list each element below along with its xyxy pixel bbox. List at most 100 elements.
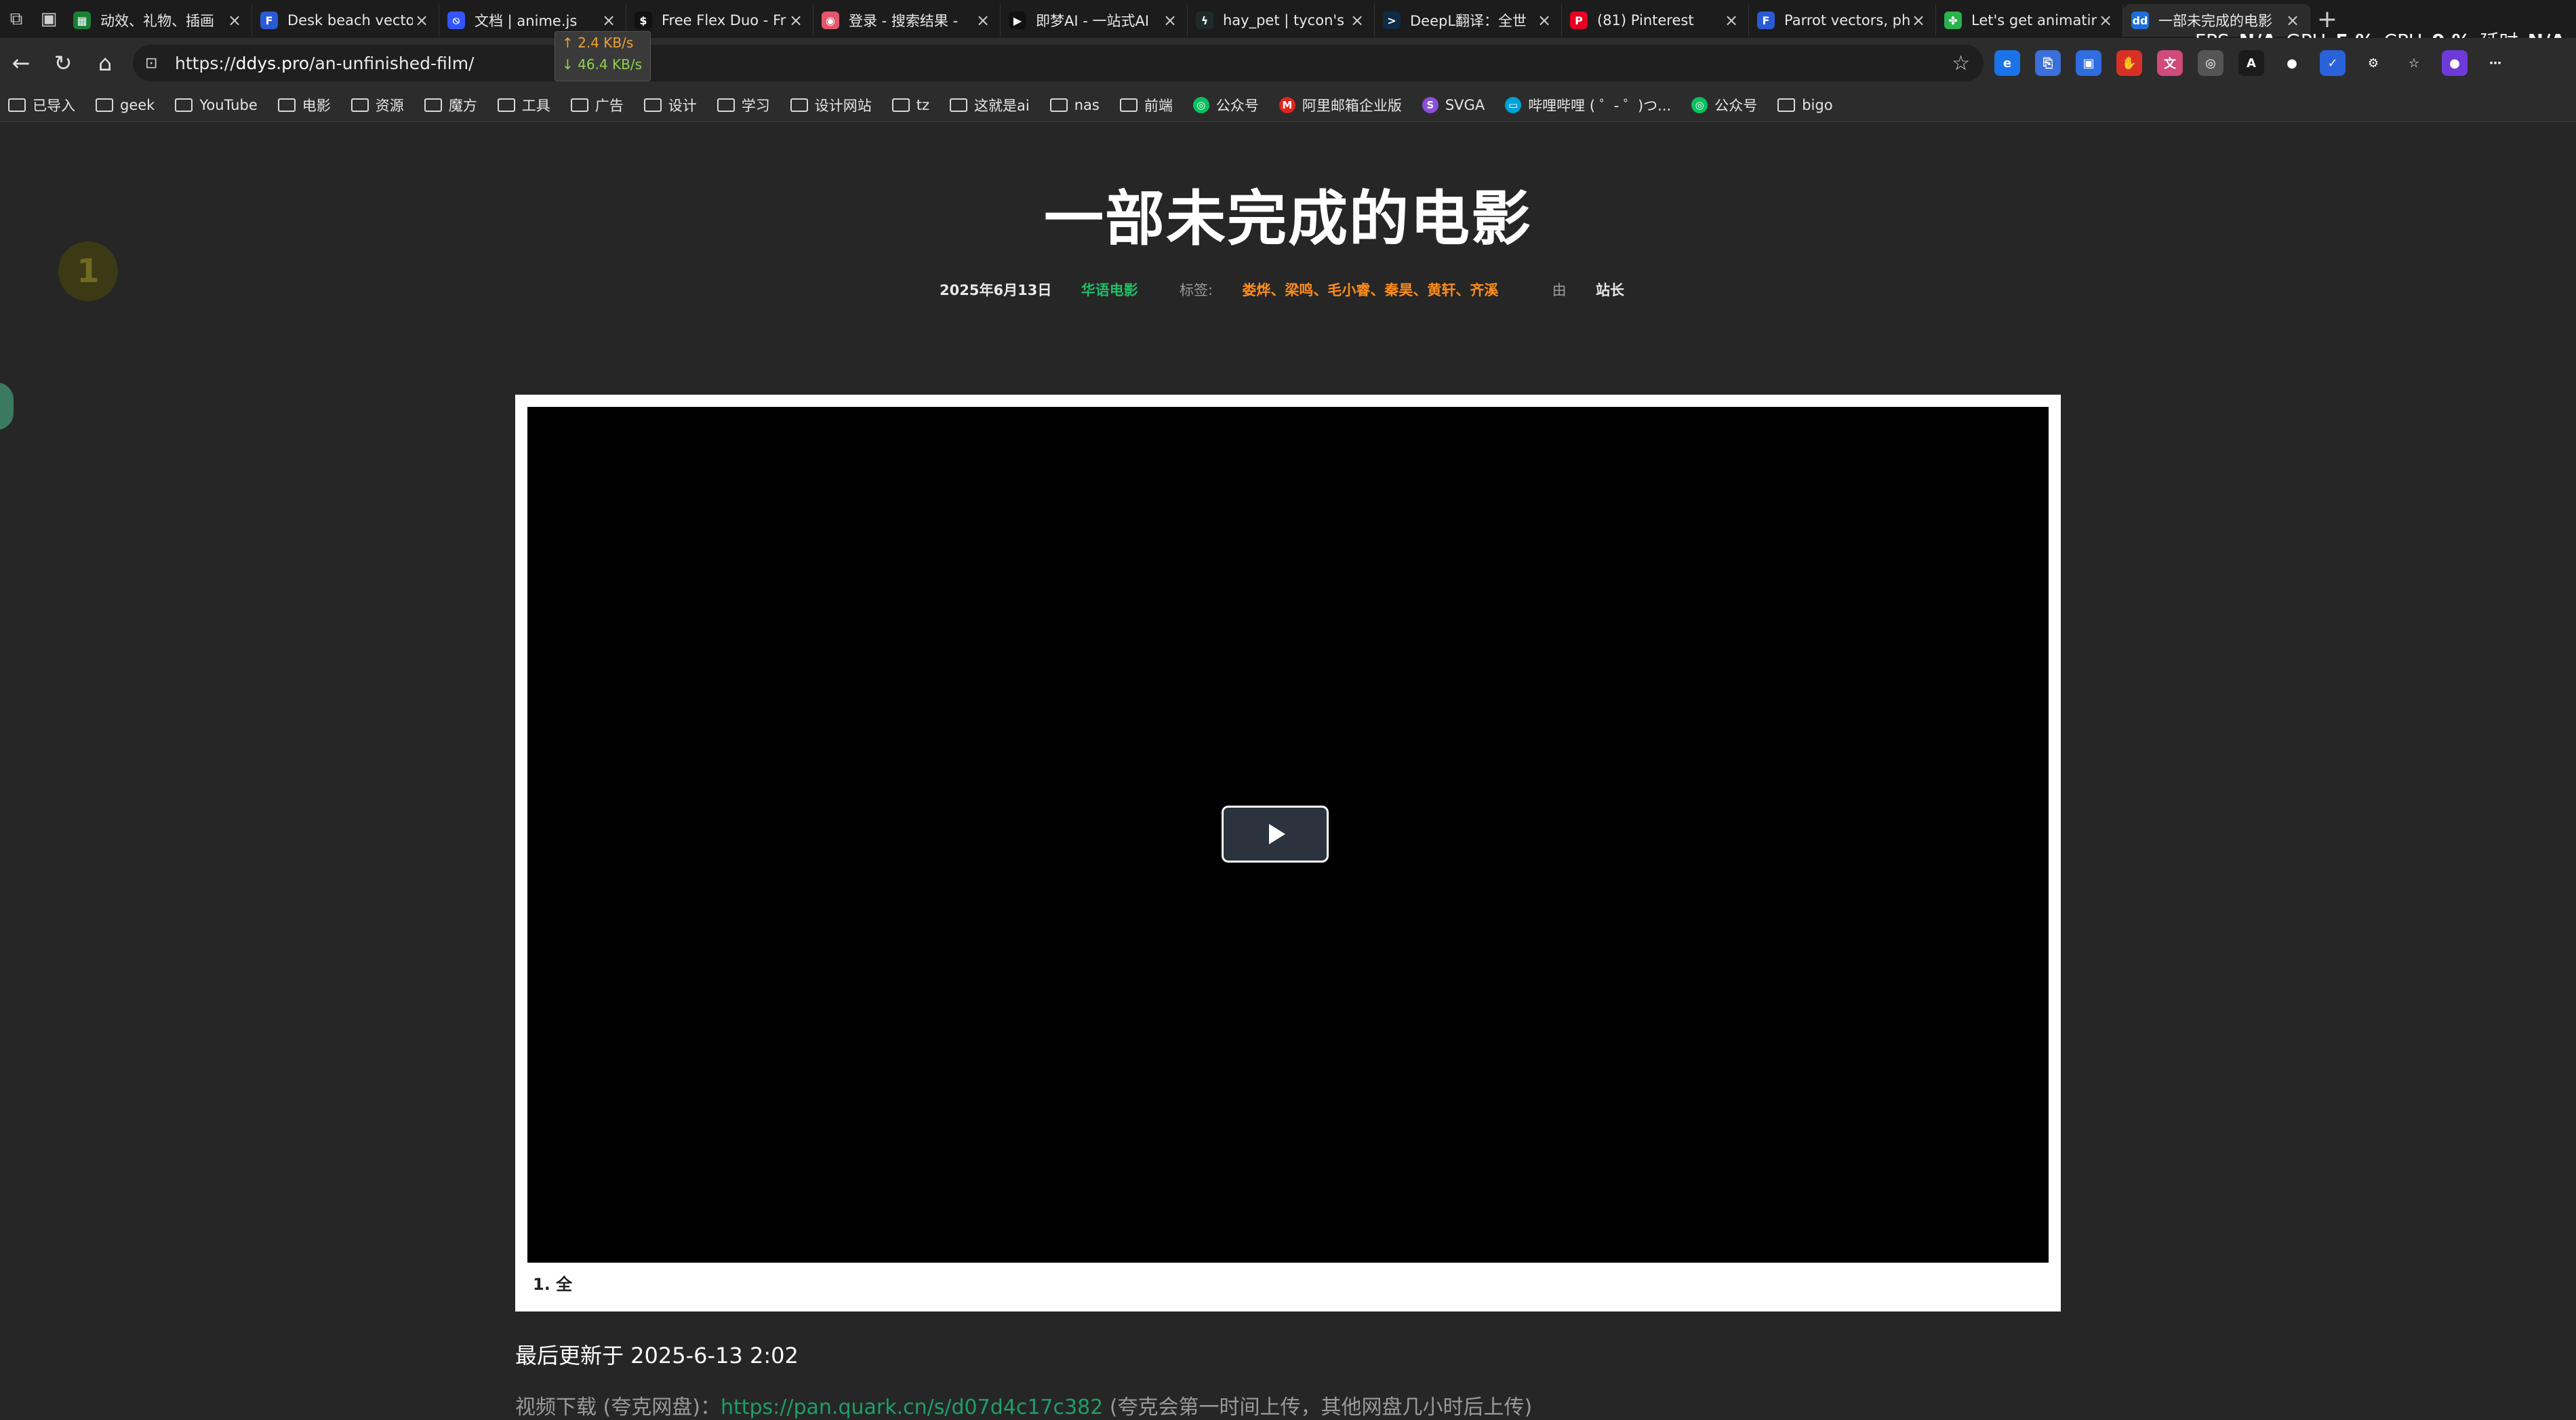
tags-label: 标签: — [1179, 282, 1213, 298]
folder-icon — [1777, 98, 1796, 112]
bookmark-item[interactable]: ▭ 哔哩哔哩 ( ゜- ゜)つ... — [1505, 95, 1671, 115]
browser-tab[interactable]: ◉ 登录 - 搜索结果 - × — [813, 4, 1001, 37]
workspaces-icon[interactable]: ⧉ — [0, 0, 33, 38]
browser-tab[interactable]: $ Free Flex Duo - Fr × — [626, 4, 813, 37]
close-tab-icon[interactable]: × — [1535, 11, 1553, 30]
close-tab-icon[interactable]: × — [974, 11, 992, 30]
bookmark-folder[interactable]: tz — [891, 97, 929, 113]
url-scheme: https:// — [175, 53, 236, 73]
bookmark-folder[interactable]: 资源 — [350, 95, 404, 115]
tab-favicon-icon: ▦ — [73, 12, 91, 29]
browser-tab[interactable]: > DeepL翻译：全世 × — [1375, 4, 1562, 37]
episode-item[interactable]: 1. 全 — [533, 1271, 572, 1295]
bookmark-label: 哔哩哔哩 ( ゜- ゜)つ... — [1528, 97, 1672, 114]
bookmark-item[interactable]: ◎ 公众号 — [1691, 95, 1757, 115]
folder-icon — [570, 98, 588, 112]
tab-favicon-icon: ◉ — [822, 12, 839, 29]
reload-icon[interactable]: ↻ — [42, 42, 84, 84]
bookmark-folder[interactable]: 工具 — [497, 95, 550, 115]
translate-icon[interactable]: ⎘ — [2035, 50, 2061, 76]
category-link[interactable]: 华语电影 — [1081, 282, 1138, 298]
folder-icon — [790, 98, 808, 112]
bookmark-label: 公众号 — [1714, 97, 1758, 114]
ext-check-icon[interactable]: ✓ — [2320, 50, 2346, 76]
bookmark-label: 电影 — [302, 97, 331, 114]
url-text[interactable]: https://ddys.pro/an-unfinished-film/ — [175, 54, 474, 73]
close-tab-icon[interactable]: × — [226, 11, 243, 30]
browser-tab[interactable]: ▦ 动效、礼物、插画 × — [65, 4, 252, 37]
tab-title: 动效、礼物、插画 — [100, 13, 214, 29]
bookmark-folder[interactable]: 电影 — [277, 95, 331, 115]
bookmark-folder[interactable]: 设计网站 — [790, 95, 872, 115]
bookmark-folder[interactable]: 已导入 — [8, 95, 75, 115]
close-tab-icon[interactable]: × — [1161, 11, 1179, 30]
vertical-tabs-icon[interactable]: ▣ — [33, 0, 65, 38]
profile-icon[interactable]: ● — [2442, 50, 2468, 76]
close-tab-icon[interactable]: × — [413, 11, 430, 30]
bookmark-folder[interactable]: 魔方 — [424, 95, 477, 115]
author-link[interactable]: 站长 — [1596, 282, 1624, 298]
edge-icon[interactable]: e — [1994, 50, 2020, 76]
bookmark-item[interactable]: ◎ 公众号 — [1192, 95, 1259, 115]
bookmark-label: 魔方 — [448, 97, 477, 114]
bookmark-folder[interactable]: 这就是ai — [950, 95, 1030, 115]
tags-links[interactable]: 娄烨、梁鸣、毛小睿、秦昊、黄轩、齐溪 — [1242, 282, 1498, 298]
folder-icon — [277, 98, 296, 112]
back-icon[interactable]: ← — [0, 42, 42, 84]
ext-blue-icon[interactable]: ▣ — [2076, 50, 2101, 76]
tab-favicon-icon: dd — [2131, 12, 2149, 29]
bookmark-item[interactable]: S SVGA — [1422, 96, 1485, 113]
ext-red-icon[interactable]: ✋ — [2116, 50, 2142, 76]
tab-strip: ⧉ ▣ ▦ 动效、礼物、插画 × F Desk beach vecto × ⦸ 文档 | an… — [0, 0, 2576, 38]
edge-floating-button[interactable] — [0, 382, 14, 430]
close-tab-icon[interactable]: × — [1348, 11, 1366, 30]
browser-tab[interactable]: F Parrot vectors, ph × — [1749, 4, 1936, 37]
site-info-icon[interactable]: ⊡ — [145, 55, 165, 72]
browser-tab[interactable]: ϟ hay_pet | tycon's × — [1188, 4, 1375, 37]
home-icon[interactable]: ⌂ — [84, 42, 126, 84]
favorites-icon[interactable]: ☆ — [2401, 50, 2427, 76]
play-button[interactable] — [1222, 806, 1329, 863]
browser-tab[interactable]: ✤ Let's get animatin × — [1936, 4, 2123, 37]
bookmark-folder[interactable]: bigo — [1777, 96, 1833, 113]
folder-icon — [1049, 98, 1068, 112]
page-title: 一部未完成的电影 — [1043, 184, 1532, 254]
close-tab-icon[interactable]: × — [600, 11, 618, 30]
browser-tab[interactable]: F Desk beach vecto × — [252, 4, 439, 37]
bookmark-folder[interactable]: nas — [1049, 97, 1100, 113]
close-tab-icon[interactable]: × — [1723, 11, 1740, 30]
tab-title: Parrot vectors, ph — [1784, 12, 1910, 28]
folder-icon — [350, 98, 369, 112]
bookmark-folder[interactable]: geek — [96, 97, 155, 113]
bookmark-label: 前端 — [1144, 97, 1173, 114]
ext-badge-icon[interactable]: ◎ — [2198, 50, 2223, 76]
close-tab-icon[interactable]: × — [787, 11, 805, 30]
bookmark-label: 广告 — [595, 97, 624, 114]
bookmark-item[interactable]: M 阿里邮箱企业版 — [1279, 95, 1402, 115]
close-tab-icon[interactable]: × — [2097, 11, 2114, 30]
play-icon — [1269, 824, 1285, 844]
address-bar[interactable]: ⊡ https://ddys.pro/an-unfinished-film/ ☆ — [133, 45, 1984, 81]
bookmark-label: bigo — [1802, 96, 1833, 113]
ext-dark-icon[interactable]: A — [2238, 50, 2264, 76]
tab-favicon-icon: > — [1383, 12, 1401, 29]
close-tab-icon[interactable]: × — [1910, 11, 1927, 30]
bookmark-folder[interactable]: YouTube — [175, 97, 258, 113]
bookmark-folder[interactable]: 设计 — [643, 95, 697, 115]
bookmark-label: 阿里邮箱企业版 — [1302, 97, 1402, 114]
post-date: 2025年6月13日 — [940, 282, 1052, 298]
folder-icon — [175, 98, 193, 112]
site-favicon-icon: ▭ — [1505, 96, 1522, 113]
favorite-star-icon[interactable]: ☆ — [1952, 52, 1970, 75]
ext-dot-icon[interactable]: ● — [2279, 50, 2305, 76]
tab-title: Let's get animatin — [1971, 12, 2097, 28]
ext-pink-icon[interactable]: 文 — [2157, 50, 2183, 76]
bookmark-folder[interactable]: 前端 — [1119, 95, 1173, 115]
puzzle-icon[interactable]: ⚙ — [2360, 50, 2386, 76]
folder-icon — [424, 98, 442, 112]
browser-tab[interactable]: ▶ 即梦AI - 一站式AI × — [1001, 4, 1188, 37]
bookmark-folder[interactable]: 广告 — [570, 95, 624, 115]
menu-icon[interactable]: ⋯ — [2482, 50, 2508, 76]
browser-tab[interactable]: P (81) Pinterest × — [1562, 4, 1749, 37]
bookmark-folder[interactable]: 学习 — [717, 95, 770, 115]
